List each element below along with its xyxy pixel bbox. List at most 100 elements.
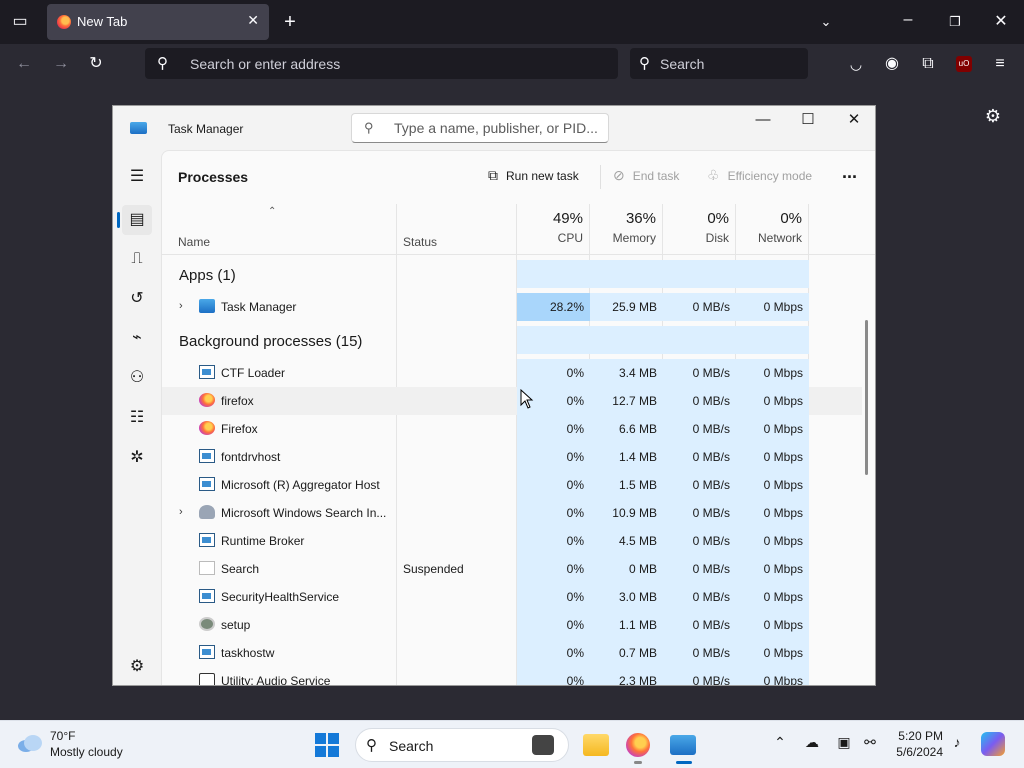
column-header-status[interactable]: Status xyxy=(403,235,437,249)
column-header-cpu[interactable]: 49% CPU xyxy=(517,210,583,245)
table-row[interactable]: setup 0% 1.1 MB 0 MB/s 0 Mbps xyxy=(162,611,862,639)
search-highlight-icon xyxy=(532,735,554,755)
table-row[interactable]: taskhostw 0% 0.7 MB 0 MB/s 0 Mbps xyxy=(162,639,862,667)
title-bar[interactable]: Task Manager ⚲ — ☐ ✕ xyxy=(113,106,875,150)
start-button[interactable] xyxy=(315,733,339,757)
efficiency-mode-button[interactable]: ♧ Efficiency mode xyxy=(707,167,812,184)
window-icon xyxy=(199,645,215,659)
process-search-box[interactable]: ⚲ xyxy=(351,113,609,143)
app-history-nav-icon[interactable]: ↺ xyxy=(122,284,152,314)
onedrive-icon[interactable]: ☁ xyxy=(802,734,822,751)
disk-value: 0 MB/s xyxy=(663,387,736,415)
list-all-tabs-icon[interactable]: ▭ xyxy=(8,10,32,34)
cpu-value: 0% xyxy=(517,527,590,555)
minimize-button[interactable]: — xyxy=(740,106,786,138)
minimize-button[interactable]: – xyxy=(896,8,920,32)
search-icon: ⚲ xyxy=(364,120,374,135)
disk-value: 0 MB/s xyxy=(663,443,736,471)
taskbar-search[interactable]: ⚲ Search xyxy=(355,728,569,762)
table-row[interactable]: Utility: Audio Service 0% 2.3 MB 0 MB/s 0 Mb… xyxy=(162,667,862,685)
notification-bell-icon[interactable]: ♪ xyxy=(947,734,967,750)
account-icon[interactable]: ◉ xyxy=(880,52,904,76)
processes-nav-icon[interactable]: ▤ xyxy=(122,205,152,235)
copilot-icon[interactable] xyxy=(981,732,1005,756)
taskbar-search-label: Search xyxy=(389,738,434,754)
settings-nav-icon[interactable]: ⚙ xyxy=(122,652,152,682)
process-name: Microsoft Windows Search In... xyxy=(221,506,387,520)
weather-description[interactable]: Mostly cloudy xyxy=(50,745,123,759)
table-row[interactable]: SecurityHealthService 0% 3.0 MB 0 MB/s 0 Mbp… xyxy=(162,583,862,611)
disk-value: 0 MB/s xyxy=(663,415,736,443)
vertical-scrollbar[interactable] xyxy=(865,320,868,475)
group-spacer xyxy=(517,260,590,288)
forward-button[interactable]: → xyxy=(49,52,73,76)
clock-time[interactable]: 5:20 PM xyxy=(895,729,943,743)
table-row[interactable]: Search Suspended 0% 0 MB 0 MB/s 0 Mbps xyxy=(162,555,862,583)
expand-chevron-icon[interactable]: › xyxy=(179,300,183,312)
file-explorer-icon[interactable] xyxy=(583,734,609,756)
column-header-network[interactable]: 0% Network xyxy=(736,210,802,245)
end-task-button[interactable]: ⊘ End task xyxy=(613,167,679,184)
process-name: SecurityHealthService xyxy=(221,590,340,604)
table-row[interactable]: Microsoft (R) Aggregator Host 0% 1.5 MB 0 M… xyxy=(162,471,862,499)
table-row[interactable]: Runtime Broker 0% 4.5 MB 0 MB/s 0 Mbps xyxy=(162,527,862,555)
disk-label: Disk xyxy=(705,231,729,245)
window-icon xyxy=(199,449,215,463)
browser-search-box[interactable]: ⚲ Search xyxy=(630,48,808,79)
startup-apps-nav-icon[interactable]: ⌁ xyxy=(122,323,152,353)
display-icon[interactable]: ▣ xyxy=(834,734,854,751)
task-manager-taskbar-icon[interactable] xyxy=(670,735,696,755)
navigation-rail: ☰ ▤ ⎍ ↺ ⌁ ⚇ ☷ ✲ ⚙ xyxy=(113,150,161,685)
process-name: Search xyxy=(221,562,260,576)
services-nav-icon[interactable]: ✲ xyxy=(122,443,152,473)
back-button[interactable]: ← xyxy=(12,52,36,76)
window-icon xyxy=(199,365,215,379)
restore-button[interactable]: ❐ xyxy=(943,10,967,34)
ublock-icon[interactable]: uO xyxy=(956,56,972,72)
table-row[interactable]: firefox 0% 12.7 MB 0 MB/s 0 Mbps xyxy=(162,387,862,415)
maximize-button[interactable]: ☐ xyxy=(785,106,831,138)
table-row[interactable]: › Microsoft Windows Search In... 0% 10.9 MB… xyxy=(162,499,862,527)
network-value: 0 Mbps xyxy=(736,555,809,583)
reload-button[interactable]: ↻ xyxy=(84,52,108,76)
column-header-name[interactable]: Name xyxy=(178,235,210,249)
tab-overflow-chevron-icon[interactable]: ⌄ xyxy=(814,10,838,34)
menu-icon[interactable]: ≡ xyxy=(988,52,1012,76)
table-row[interactable]: fontdrvhost 0% 1.4 MB 0 MB/s 0 Mbps xyxy=(162,443,862,471)
extensions-icon[interactable]: ⧉ xyxy=(916,52,940,76)
firefox-favicon-icon xyxy=(57,15,71,29)
column-header-disk[interactable]: 0% Disk xyxy=(663,210,729,245)
table-row[interactable]: CTF Loader 0% 3.4 MB 0 MB/s 0 Mbps xyxy=(162,359,862,387)
close-button[interactable]: ✕ xyxy=(831,106,875,138)
firefox-taskbar-icon[interactable] xyxy=(626,733,650,757)
weather-temperature[interactable]: 70°F xyxy=(50,729,75,743)
disk-value: 0 MB/s xyxy=(663,471,736,499)
run-new-task-button[interactable]: ⧉ Run new task xyxy=(488,167,579,184)
show-hidden-icons-chevron-icon[interactable]: ⌃ xyxy=(770,734,790,751)
tab-close-icon[interactable]: ✕ xyxy=(247,12,259,29)
performance-nav-icon[interactable]: ⎍ xyxy=(122,244,152,274)
close-window-button[interactable]: ✕ xyxy=(989,10,1013,34)
browser-tab-new-tab[interactable]: New Tab ✕ xyxy=(47,4,269,40)
gear-icon[interactable]: ⚙ xyxy=(981,104,1005,128)
table-row[interactable]: Firefox 0% 6.6 MB 0 MB/s 0 Mbps xyxy=(162,415,862,443)
process-search-input[interactable] xyxy=(392,119,606,137)
address-bar[interactable]: ⚲ Search or enter address xyxy=(145,48,618,79)
expand-chevron-icon[interactable]: › xyxy=(179,506,183,518)
page-title: Processes xyxy=(178,169,249,185)
users-nav-icon[interactable]: ⚇ xyxy=(122,363,152,393)
table-row[interactable]: › Task Manager 28.2% 25.9 MB 0 MB/s 0 Mb… xyxy=(162,293,862,321)
more-options-button[interactable]: ... xyxy=(842,162,857,183)
pocket-icon[interactable]: ◡ xyxy=(844,52,868,76)
efficiency-mode-label: Efficiency mode xyxy=(727,169,813,183)
new-tab-button[interactable]: + xyxy=(278,10,302,34)
network-value: 0 Mbps xyxy=(736,293,809,321)
clock-date[interactable]: 5/6/2024 xyxy=(885,745,943,759)
details-nav-icon[interactable]: ☷ xyxy=(122,403,152,433)
network-icon[interactable]: ⚯ xyxy=(860,734,880,751)
hamburger-menu-icon[interactable]: ☰ xyxy=(122,162,152,192)
end-task-icon: ⊘ xyxy=(613,167,625,183)
sort-ascending-icon[interactable]: ⌃ xyxy=(268,206,276,217)
column-header-memory[interactable]: 36% Memory xyxy=(590,210,656,245)
cloud-weather-icon[interactable] xyxy=(17,733,43,753)
